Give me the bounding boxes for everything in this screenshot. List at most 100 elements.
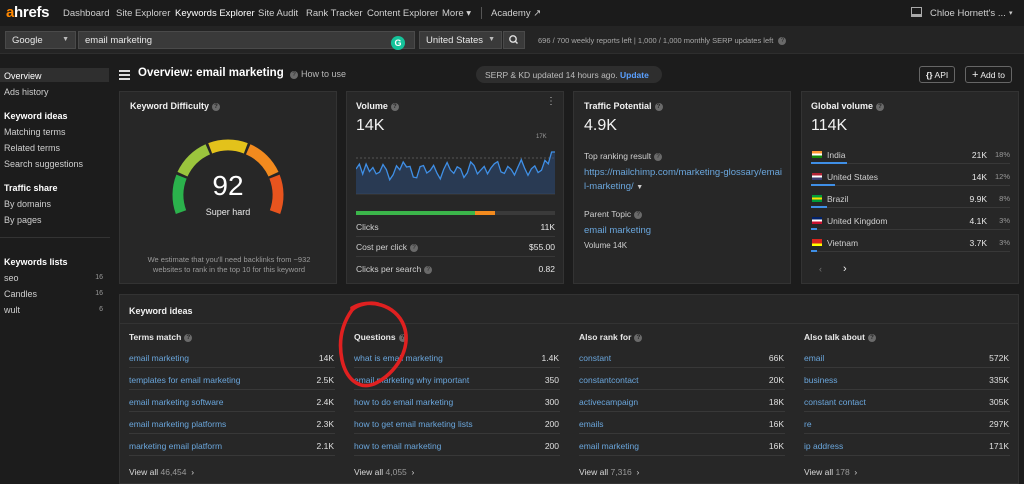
keyword-idea-volume: 20K (768, 375, 784, 385)
nav-more[interactable]: More ▾ (442, 8, 471, 19)
ideas-column-head: Terms match? (129, 332, 193, 342)
cpc-value: $55.00 (529, 242, 555, 252)
keyword-idea-volume: 2.4K (316, 397, 335, 407)
more-vertical-icon[interactable]: ⋮ (546, 97, 556, 107)
sidebar-item-overview[interactable]: Overview (4, 71, 42, 81)
help-icon[interactable]: ? (184, 334, 193, 342)
keyword-idea-link[interactable]: email marketing (579, 441, 639, 451)
top-ranking-url[interactable]: https://mailchimp.com/marketing-glossary… (584, 166, 784, 195)
view-all-link[interactable]: View all 7,316 › (579, 467, 639, 477)
keyword-idea-link[interactable]: templates for email marketing (129, 375, 241, 385)
chevron-down-icon[interactable]: ▾ (1009, 9, 1013, 17)
country-select[interactable]: United States ▼ (419, 31, 502, 49)
keyword-idea-link[interactable]: how to email marketing (354, 441, 441, 451)
keyword-idea-link[interactable]: activecampaign (579, 397, 638, 407)
chevron-right-icon[interactable]: › (843, 263, 847, 275)
keyword-idea-link[interactable]: how to get email marketing lists (354, 419, 473, 429)
nav-divider (481, 7, 482, 19)
keyword-idea-link[interactable]: constant contact (804, 397, 866, 407)
view-all-link[interactable]: View all 46,454 › (129, 467, 194, 477)
sidebar-list-item[interactable]: seo (4, 273, 19, 283)
monitor-icon[interactable] (911, 7, 922, 17)
keyword-idea-link[interactable]: emails (579, 419, 604, 429)
keyword-idea-link[interactable]: email (804, 353, 824, 363)
keyword-idea-link[interactable]: marketing email platform (129, 441, 222, 451)
parent-topic-link[interactable]: email marketing (584, 225, 651, 236)
keyword-input[interactable]: email marketing (78, 31, 415, 49)
country-name: United States (827, 172, 879, 182)
kd-title: Keyword Difficulty? (130, 101, 221, 111)
help-icon[interactable]: ? (634, 334, 643, 342)
nav-content-explorer[interactable]: Content Explorer (367, 8, 438, 19)
search-icon (509, 35, 518, 44)
sidebar-item-by-pages[interactable]: By pages (4, 215, 42, 225)
search-engine-select[interactable]: Google ▼ (5, 31, 76, 49)
caret-down-icon: ▼ (488, 36, 495, 43)
search-button[interactable] (503, 31, 525, 49)
help-icon[interactable]: ? (390, 103, 399, 111)
keyword-ideas-title: Keyword ideas (129, 306, 193, 316)
help-icon[interactable]: ? (654, 103, 663, 111)
keyword-idea-link[interactable]: email marketing (129, 353, 189, 363)
divider (579, 411, 785, 412)
sidebar-item-search-suggestions[interactable]: Search suggestions (4, 159, 83, 169)
chevron-left-icon[interactable]: ‹ (819, 264, 822, 274)
help-icon[interactable]: ? (634, 211, 643, 219)
nav-dashboard[interactable]: Dashboard (63, 8, 109, 19)
user-menu[interactable]: Chloe Hornett's ... (930, 8, 1006, 19)
sidebar-item-related-terms[interactable]: Related terms (4, 143, 60, 153)
nav-rank-tracker[interactable]: Rank Tracker (306, 8, 363, 19)
keyword-idea-link[interactable]: constantcontact (579, 375, 639, 385)
sidebar-item-by-domains[interactable]: By domains (4, 199, 51, 209)
nav-site-audit[interactable]: Site Audit (258, 8, 298, 19)
keyword-idea-link[interactable]: ip address (804, 441, 843, 451)
view-all-link[interactable]: View all 178 › (804, 467, 857, 477)
volume-value: 14K (356, 117, 385, 134)
sidebar-divider (0, 237, 110, 238)
divider (129, 367, 335, 368)
help-icon[interactable]: ? (654, 153, 663, 161)
ahrefs-logo[interactable]: ahrefs (6, 4, 50, 21)
help-icon[interactable]: ? (778, 37, 787, 45)
keyword-idea-link[interactable]: how to do email marketing (354, 397, 453, 407)
sidebar-item-ads-history[interactable]: Ads history (4, 87, 49, 97)
sidebar-heading-keyword-ideas: Keyword ideas (4, 111, 68, 121)
help-icon[interactable]: ? (212, 103, 221, 111)
keyword-idea-link[interactable]: email marketing platforms (129, 419, 226, 429)
country-share-bar (811, 206, 827, 208)
keyword-idea-link[interactable]: email marketing software (129, 397, 223, 407)
country-name: Brazil (827, 194, 849, 204)
keyword-idea-link[interactable]: re (804, 419, 812, 429)
help-icon[interactable]: ? (876, 103, 885, 111)
how-to-use-link[interactable]: ? How to use (290, 69, 346, 79)
divider (579, 433, 785, 434)
nav-academy[interactable]: Academy ↗ (491, 8, 541, 19)
country-share-bar (811, 228, 817, 230)
menu-icon[interactable] (119, 70, 130, 82)
keyword-idea-link[interactable]: business (804, 375, 838, 385)
update-link[interactable]: Update (620, 70, 649, 80)
view-all-link[interactable]: View all 4,055 › (354, 467, 414, 477)
ideas-column-head: Also rank for? (579, 332, 643, 342)
divider (356, 236, 555, 237)
country-share-bar (811, 250, 817, 252)
sidebar-list-item[interactable]: Candles (4, 289, 37, 299)
help-icon[interactable]: ? (867, 334, 876, 342)
sidebar-item-matching-terms[interactable]: Matching terms (4, 127, 66, 137)
keyword-idea-volume: 350 (544, 375, 559, 385)
country-percent: 3% (999, 216, 1010, 225)
parent-topic-label: Parent Topic? (584, 209, 643, 219)
nav-site-explorer[interactable]: Site Explorer (116, 8, 170, 19)
add-to-button[interactable]: + Add to (965, 66, 1012, 83)
help-icon[interactable]: ? (410, 244, 419, 252)
traffic-title: Traffic Potential? (584, 101, 663, 111)
grammarly-icon[interactable]: G (391, 36, 405, 50)
keyword-idea-link[interactable]: constant (579, 353, 611, 363)
sidebar-list-item[interactable]: wult (4, 305, 20, 315)
api-button[interactable]: {} API (919, 66, 956, 83)
caret-down-icon: ▼ (636, 184, 644, 191)
nav-keywords-explorer[interactable]: Keywords Explorer (175, 8, 255, 19)
country-name: Vietnam (827, 238, 859, 248)
help-icon[interactable]: ? (424, 266, 433, 274)
divider (804, 389, 1010, 390)
